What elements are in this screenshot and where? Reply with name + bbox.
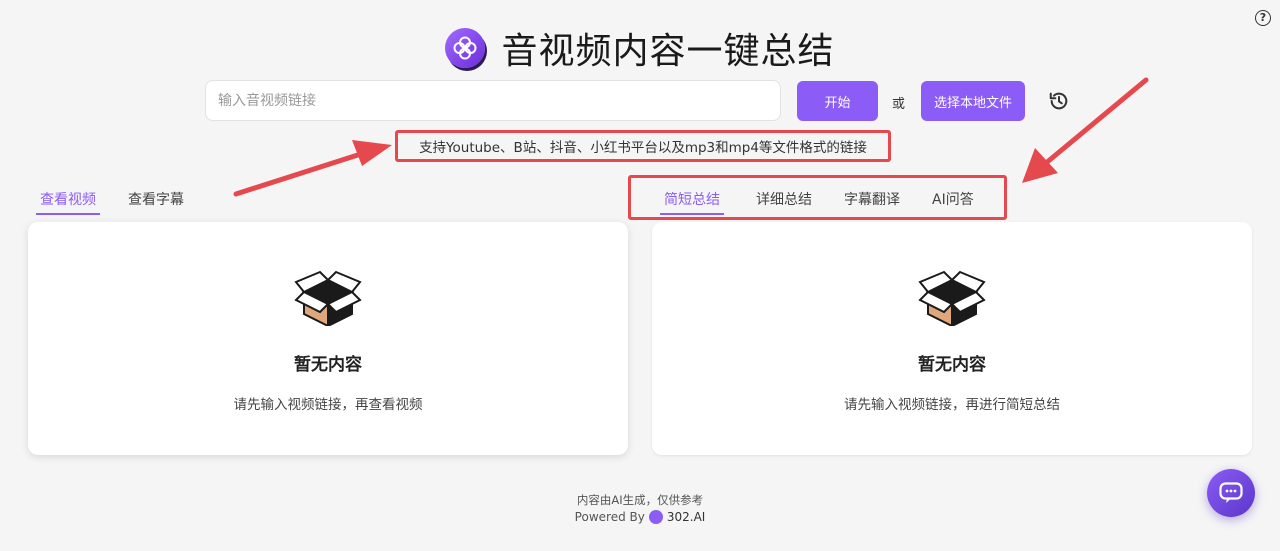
empty-state-description: 请先输入视频链接，再进行简短总结 [844, 397, 1060, 413]
empty-state-title: 暂无内容 [918, 355, 986, 375]
powered-by-label: Powered By [574, 510, 645, 524]
tab-view-video[interactable]: 查看视频 [36, 189, 100, 215]
start-button[interactable]: 开始 [797, 81, 878, 121]
right-tabs: 简短总结 详细总结 字幕翻译 AI问答 [660, 189, 974, 215]
chat-button[interactable] [1207, 469, 1255, 517]
summary-panel: 暂无内容 请先输入视频链接，再进行简短总结 [652, 222, 1252, 455]
tab-ai-qa[interactable]: AI问答 [932, 189, 974, 215]
chat-icon [1219, 482, 1243, 503]
app-logo [445, 28, 486, 68]
empty-box-icon [918, 270, 986, 326]
tab-brief-summary[interactable]: 简短总结 [660, 189, 724, 215]
page-header: 音视频内容一键总结 [0, 22, 1280, 74]
tab-detailed-summary[interactable]: 详细总结 [756, 189, 812, 215]
or-label: 或 [892, 97, 906, 112]
tab-view-subtitles[interactable]: 查看字幕 [128, 189, 184, 215]
tab-subtitle-translation[interactable]: 字幕翻译 [844, 189, 900, 215]
empty-box-icon [294, 270, 362, 326]
arrow-left-head [352, 140, 392, 166]
ai-disclaimer: 内容由AI生成，仅供参考 [576, 493, 704, 507]
page-title: 音视频内容一键总结 [501, 31, 835, 72]
empty-state-title: 暂无内容 [294, 355, 362, 375]
hint-text: 支持Youtube、B站、抖音、小红书平台以及mp3和mp4等文件格式的链接 [419, 140, 867, 156]
history-icon[interactable] [1048, 90, 1070, 112]
left-tabs: 查看视频 查看字幕 [36, 189, 184, 215]
powered-by: Powered By 302.AI [0, 510, 1280, 524]
url-input[interactable] [205, 80, 781, 121]
arrow-left-line [233, 150, 367, 197]
brand-logo-icon [648, 510, 663, 524]
arrow-right-head [1022, 148, 1058, 183]
video-panel: 暂无内容 请先输入视频链接，再查看视频 [28, 222, 628, 455]
select-local-file-button[interactable]: 选择本地文件 [921, 81, 1025, 121]
supported-platforms-hint: 支持Youtube、B站、抖音、小红书平台以及mp3和mp4等文件格式的链接 [395, 130, 891, 162]
empty-state-description: 请先输入视频链接，再查看视频 [233, 397, 423, 413]
brand-name[interactable]: 302.AI [667, 510, 705, 524]
